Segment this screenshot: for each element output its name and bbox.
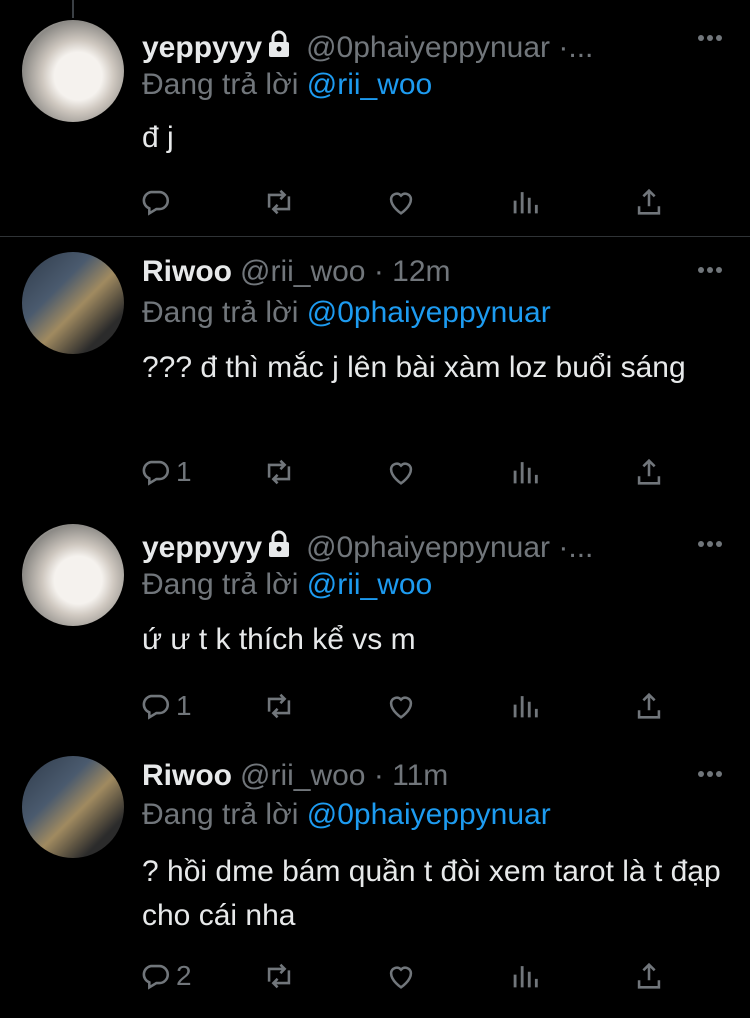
tweet-header: yeppyyy @0phaiyeppynuar ·... xyxy=(142,530,730,566)
tweet[interactable]: yeppyyy @0phaiyeppynuar ·... Đang trả lờ… xyxy=(0,506,750,738)
more-icon[interactable] xyxy=(696,760,724,788)
analytics-icon xyxy=(513,192,538,214)
user-avatar[interactable] xyxy=(22,756,124,858)
action-bar xyxy=(138,182,678,222)
share-button[interactable] xyxy=(632,686,666,726)
analytics-icon xyxy=(513,696,538,718)
replying-to-label: Đang trả lời xyxy=(142,296,299,329)
retweet-button[interactable] xyxy=(262,452,296,492)
reply-count: 2 xyxy=(176,960,192,991)
like-icon xyxy=(389,696,413,719)
share-icon xyxy=(637,458,661,485)
tweet-text: ứ ư t k thích kể vs m xyxy=(142,623,416,656)
cat-avatar[interactable] xyxy=(22,20,124,122)
reply-icon xyxy=(142,460,169,486)
handle-and-time[interactable]: @0phaiyeppynuar ·... xyxy=(306,31,593,65)
handle-and-time[interactable]: @rii_woo · 11m xyxy=(240,759,448,793)
user-avatar[interactable] xyxy=(22,252,124,354)
retweet-button[interactable] xyxy=(262,956,296,996)
replying-to: Đang trả lời @rii_woo xyxy=(142,68,432,102)
analytics-button[interactable] xyxy=(508,686,542,726)
mention-link[interactable]: @0phaiyeppynuar xyxy=(307,296,551,329)
like-button[interactable] xyxy=(384,686,418,726)
reply-icon xyxy=(142,694,169,720)
analytics-button[interactable] xyxy=(508,956,542,996)
tweet[interactable]: Riwoo @rii_woo · 12m Đang trả lời @0phai… xyxy=(0,236,750,506)
like-icon xyxy=(389,462,413,485)
handle-and-time[interactable]: @0phaiyeppynuar ·... xyxy=(306,531,593,565)
display-name[interactable]: Riwoo xyxy=(142,759,232,793)
replying-to-label: Đang trả lời xyxy=(142,798,299,831)
share-icon xyxy=(637,962,661,989)
more-icon[interactable] xyxy=(696,24,724,52)
action-bar: 2 xyxy=(138,956,678,996)
lock-icon xyxy=(266,530,292,566)
retweet-icon xyxy=(267,693,291,719)
retweet-icon xyxy=(267,189,291,215)
like-icon xyxy=(389,966,413,989)
retweet-icon xyxy=(267,459,291,485)
tweet[interactable]: Riwoo @rii_woo · 11m Đang trả lời @0phai… xyxy=(0,738,750,1018)
tweet-text: ??? đ thì mắc j lên bài xàm loz buổi sán… xyxy=(142,351,686,384)
more-icon[interactable] xyxy=(696,256,724,284)
more-icon[interactable] xyxy=(696,530,724,558)
share-button[interactable] xyxy=(632,956,666,996)
tweet[interactable]: yeppyyy @0phaiyeppynuar ·... Đang trả lờ… xyxy=(0,0,750,236)
share-icon xyxy=(637,188,661,215)
mention-link[interactable]: @0phaiyeppynuar xyxy=(307,798,551,831)
replying-to: Đang trả lời @0phaiyeppynuar xyxy=(142,296,551,330)
reply-count: 1 xyxy=(176,456,192,487)
analytics-icon xyxy=(513,966,538,988)
tweet-header: Riwoo @rii_woo · 12m xyxy=(142,254,730,290)
reply-button[interactable] xyxy=(138,182,176,222)
analytics-button[interactable] xyxy=(508,452,542,492)
display-name[interactable]: yeppyyy xyxy=(142,31,262,65)
replying-to-label: Đang trả lời xyxy=(142,568,299,601)
like-button[interactable] xyxy=(384,452,418,492)
lock-icon xyxy=(266,30,292,66)
retweet-button[interactable] xyxy=(262,182,296,222)
reply-icon xyxy=(142,190,169,216)
like-icon xyxy=(389,192,413,215)
analytics-button[interactable] xyxy=(508,182,542,222)
share-icon xyxy=(637,692,661,719)
cat-avatar[interactable] xyxy=(22,524,124,626)
replying-to: Đang trả lời @rii_woo xyxy=(142,568,432,602)
reply-icon xyxy=(142,964,169,990)
like-button[interactable] xyxy=(384,956,418,996)
like-button[interactable] xyxy=(384,182,418,222)
handle-and-time[interactable]: @rii_woo · 12m xyxy=(240,255,451,289)
tweet-header: yeppyyy @0phaiyeppynuar ·... xyxy=(142,30,730,66)
tweet-text: ? hồi dme bám quần t đòi xem tarot là t … xyxy=(142,855,721,932)
mention-link[interactable]: @rii_woo xyxy=(307,568,433,601)
reply-count: 1 xyxy=(176,690,192,721)
tweet-header: Riwoo @rii_woo · 11m xyxy=(142,758,730,794)
share-button[interactable] xyxy=(632,452,666,492)
action-bar: 1 xyxy=(138,452,678,492)
analytics-icon xyxy=(513,462,538,484)
mention-link[interactable]: @rii_woo xyxy=(307,68,433,101)
replying-to: Đang trả lời @0phaiyeppynuar xyxy=(142,798,551,832)
reply-button[interactable]: 1 xyxy=(138,686,192,726)
retweet-icon xyxy=(267,963,291,989)
replying-to-label: Đang trả lời xyxy=(142,68,299,101)
share-button[interactable] xyxy=(632,182,666,222)
display-name[interactable]: yeppyyy xyxy=(142,531,262,565)
reply-button[interactable]: 1 xyxy=(138,452,192,492)
retweet-button[interactable] xyxy=(262,686,296,726)
tweet-text: đ j xyxy=(142,121,174,154)
display-name[interactable]: Riwoo xyxy=(142,255,232,289)
reply-button[interactable]: 2 xyxy=(138,956,192,996)
action-bar: 1 xyxy=(138,686,678,726)
